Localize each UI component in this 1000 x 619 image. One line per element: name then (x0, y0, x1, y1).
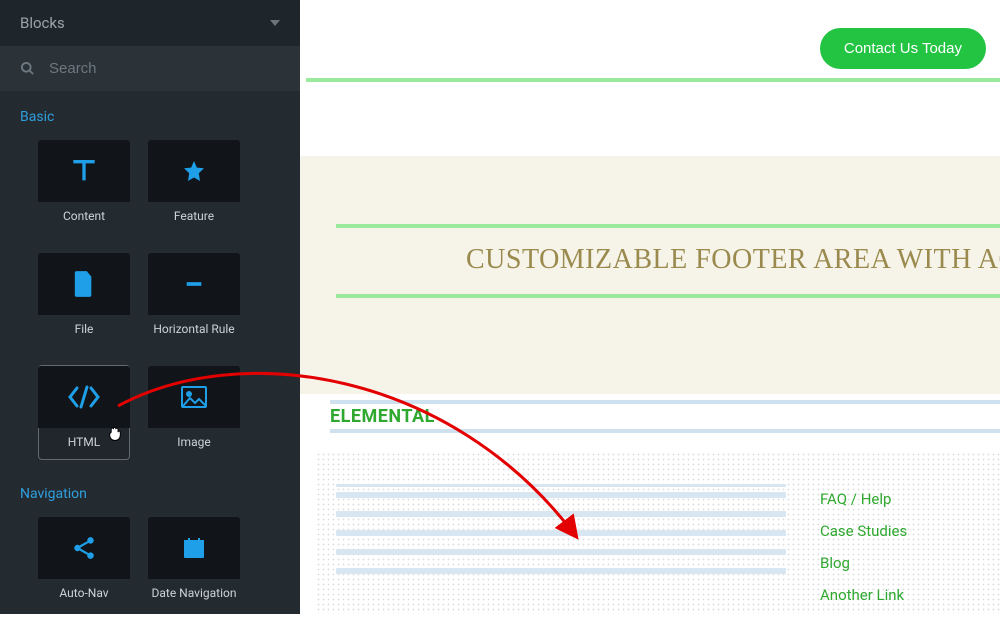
green-rule (306, 78, 1000, 82)
footer-link-blog[interactable]: Blog (820, 554, 980, 572)
group-label-basic: Basic (0, 91, 300, 133)
block-horizontal-rule[interactable]: Horizontal Rule (148, 252, 240, 347)
elemental-label: ELEMENTAL (330, 406, 1000, 427)
group-label-navigation: Navigation (0, 468, 300, 510)
block-label: Auto-Nav (59, 579, 108, 610)
blocks-grid-navigation: Auto-Nav Date Navigation (0, 510, 300, 619)
image-icon (148, 366, 240, 428)
block-label: Content (63, 202, 105, 233)
footer-link-case-studies[interactable]: Case Studies (820, 522, 980, 540)
share-icon (38, 517, 130, 579)
block-feature[interactable]: Feature (148, 139, 240, 234)
block-label: Date Navigation (152, 579, 237, 610)
contact-cta-button[interactable]: Contact Us Today (820, 28, 986, 69)
search-input[interactable] (49, 60, 280, 77)
block-label: File (75, 315, 94, 346)
blocks-grid-basic: Content Feature File Horizontal Rule (0, 133, 300, 468)
block-label: HTML (68, 428, 101, 459)
sidebar-header[interactable]: Blocks (0, 0, 300, 46)
block-label: Image (177, 428, 210, 459)
footer-link-another[interactable]: Another Link (820, 586, 980, 604)
search-icon (20, 61, 35, 76)
block-image[interactable]: Image (148, 365, 240, 460)
code-icon (38, 366, 130, 428)
block-label: Horizontal Rule (153, 315, 234, 346)
chevron-down-icon (270, 20, 280, 26)
block-autonav[interactable]: Auto-Nav (38, 516, 130, 611)
minus-icon (148, 253, 240, 315)
block-file[interactable]: File (38, 252, 130, 347)
file-icon (38, 253, 130, 315)
blue-rule (330, 400, 1000, 404)
blocks-sidebar: Blocks Basic Content Feature (0, 0, 300, 614)
footer-link-faq[interactable]: FAQ / Help (820, 490, 980, 508)
block-content[interactable]: Content (38, 139, 130, 234)
elemental-block: ELEMENTAL (330, 400, 1000, 433)
green-rule (336, 294, 1000, 298)
text-icon (38, 140, 130, 202)
footer-links: FAQ / Help Case Studies Blog Another Lin… (820, 490, 980, 614)
footer-heading: CUSTOMIZABLE FOOTER AREA WITH ACC (466, 244, 1000, 276)
calendar-icon (148, 517, 240, 579)
star-icon (148, 140, 240, 202)
block-datenav[interactable]: Date Navigation (148, 516, 240, 611)
page-canvas[interactable]: Contact Us Today CUSTOMIZABLE FOOTER ARE… (300, 0, 1000, 614)
text-placeholder (336, 484, 786, 587)
block-label: Feature (174, 202, 214, 233)
sidebar-title: Blocks (20, 14, 65, 32)
search-row (0, 46, 300, 91)
green-rule (336, 224, 1000, 228)
blue-rule (330, 429, 1000, 433)
block-html[interactable]: HTML (38, 365, 130, 460)
